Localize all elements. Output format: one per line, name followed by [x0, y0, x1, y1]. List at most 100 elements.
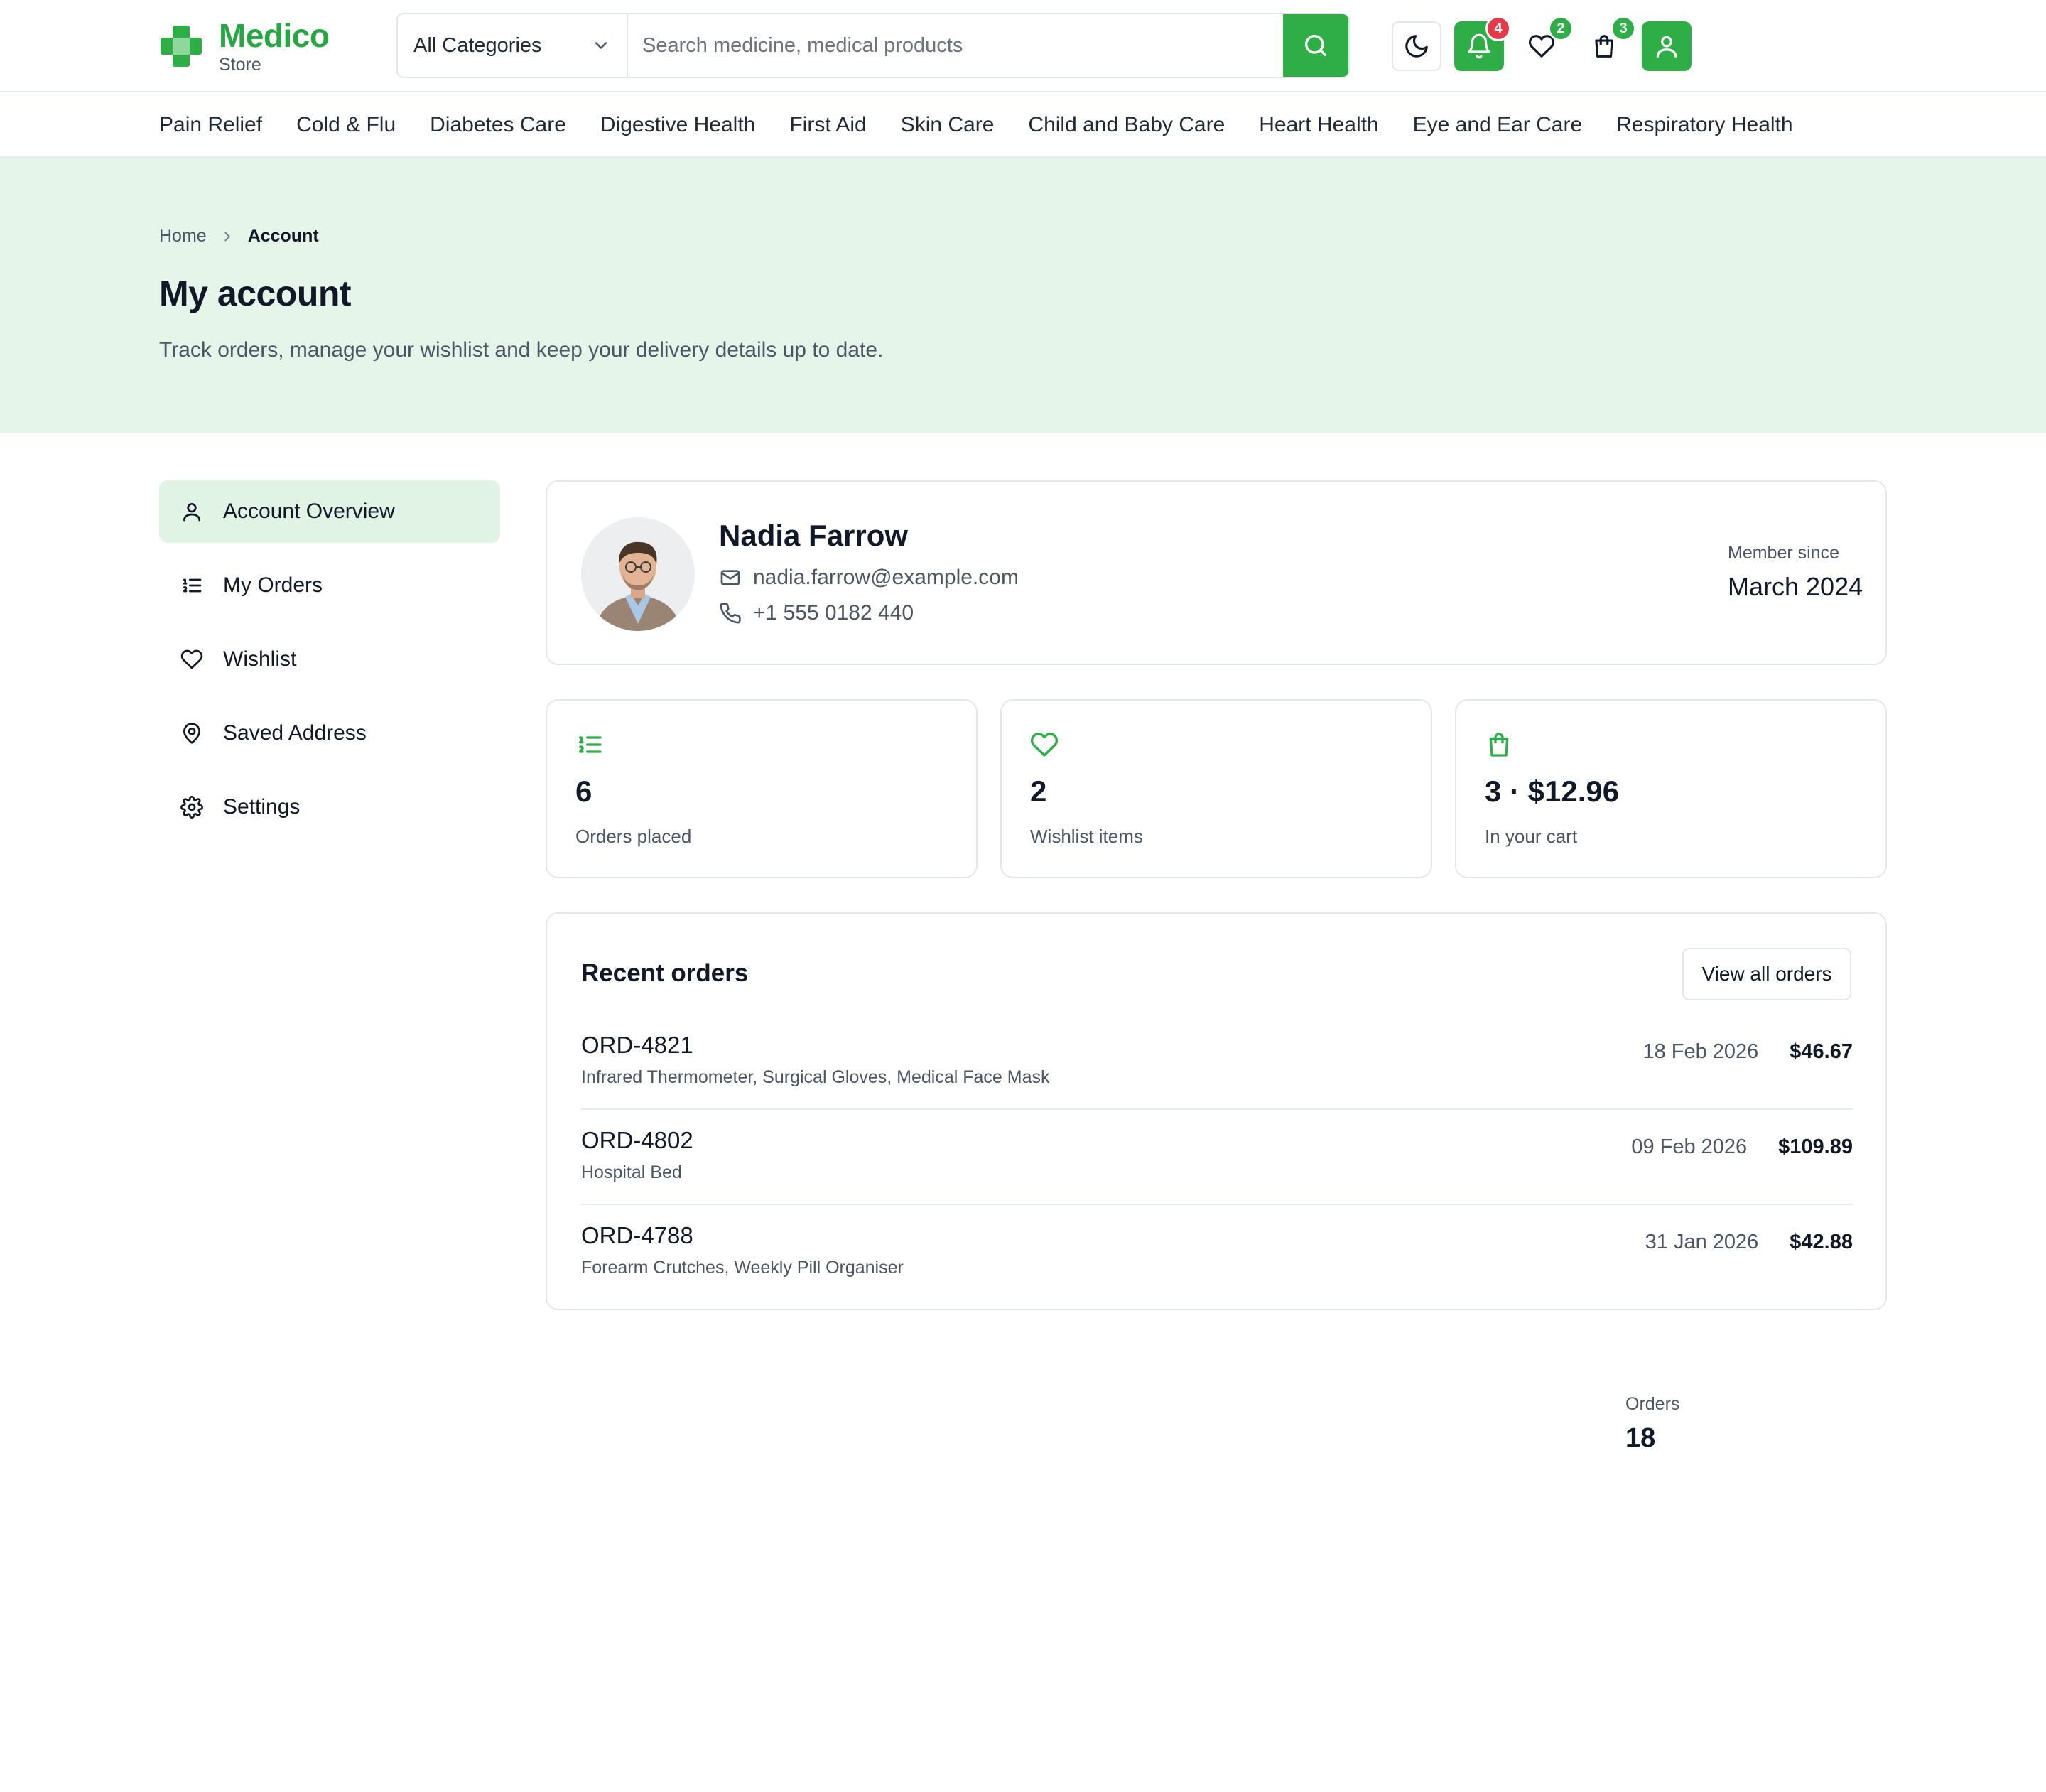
profile-member-label: Member since — [1728, 543, 1839, 563]
order-row[interactable]: ORD-4821 Infrared Thermometer, Surgical … — [581, 1015, 1853, 1110]
category-select-value: All Categories — [413, 33, 542, 57]
category-link[interactable]: Skin Care — [901, 113, 995, 137]
sidebar-item-label: Saved Address — [223, 721, 367, 745]
order-date: 09 Feb 2026 — [1631, 1135, 1748, 1158]
order-date: 31 Jan 2026 — [1645, 1231, 1759, 1253]
medical-cross-icon — [159, 24, 203, 68]
sidebar-item-account-overview[interactable]: Account Overview — [159, 480, 500, 543]
breadcrumb: Home Account — [159, 226, 319, 247]
orders-placed-card[interactable]: 6 Orders placed — [546, 699, 978, 878]
notifications-button[interactable]: 4 — [1454, 16, 1511, 71]
brand-subtitle: Store — [219, 54, 261, 75]
category-link[interactable]: Respiratory Health — [1616, 113, 1792, 137]
profile-card: Nadia Farrow nadia.farrow@example.com +1… — [546, 480, 1887, 1453]
sidebar-item-settings[interactable]: Settings — [159, 776, 500, 838]
category-link[interactable]: Child and Baby Care — [1028, 113, 1225, 137]
profile-member-stat: Member since March 2024 — [1728, 543, 1863, 602]
sidebar-item-saved-address[interactable]: Saved Address — [159, 702, 500, 765]
profile-orders-stat: Orders 18 — [1625, 1394, 2046, 1792]
page-subtitle: Track orders, manage your wishlist and k… — [159, 338, 884, 362]
category-link[interactable]: Eye and Ear Care — [1413, 113, 1582, 137]
list-ordered-icon — [579, 736, 602, 753]
heart-icon — [1030, 733, 1059, 757]
order-date: 18 Feb 2026 — [1642, 1040, 1759, 1063]
sidebar-item-label: Account Overview — [223, 500, 395, 523]
breadcrumb-home-link[interactable]: Home — [159, 226, 207, 247]
search-icon — [1305, 35, 1326, 57]
profile-email-row: nadia.farrow@example.com — [719, 566, 1019, 590]
user-icon — [1656, 36, 1677, 58]
search-bar: All Categories — [396, 13, 1350, 78]
sidebar-item-wishlist[interactable]: Wishlist — [159, 628, 500, 691]
search-button[interactable] — [1283, 14, 1348, 77]
sidebar-item-label: Settings — [223, 795, 301, 819]
order-items: Hospital Bed — [581, 1162, 682, 1182]
category-link[interactable]: First Aid — [789, 113, 866, 137]
category-link[interactable]: Heart Health — [1259, 113, 1378, 137]
category-select[interactable]: All Categories — [398, 14, 628, 77]
user-icon — [183, 503, 200, 522]
account-sidebar: Account Overview My Orders Wishlist Save… — [159, 480, 500, 850]
view-all-orders-button[interactable]: View all orders — [1682, 948, 1851, 1000]
profile-phone-row: +1 555 0182 440 — [719, 601, 914, 625]
shopping-bag-icon — [1489, 733, 1509, 757]
page-hero: Home Account My account Track orders, ma… — [0, 158, 2046, 433]
order-amount: $109.89 — [1778, 1135, 1853, 1158]
order-items: Forearm Crutches, Weekly Pill Organiser — [581, 1258, 904, 1278]
sidebar-item-my-orders[interactable]: My Orders — [159, 554, 500, 617]
profile-member-value: March 2024 — [1728, 572, 1863, 601]
list-ordered-icon — [183, 578, 202, 593]
category-link[interactable]: Pain Relief — [159, 113, 262, 137]
order-row[interactable]: ORD-4802 Hospital Bed 09 Feb 2026 $109.8… — [581, 1110, 1853, 1205]
top-header: Medico Store All Categories 4 2 3 — [0, 0, 2046, 92]
wishlist-count-badge: 2 — [1548, 16, 1574, 41]
category-link[interactable]: Cold & Flu — [296, 113, 396, 137]
cart-button[interactable]: 3 — [1579, 16, 1636, 71]
breadcrumb-current: Account — [247, 226, 319, 246]
brand-logo[interactable]: Medico Store — [159, 16, 330, 77]
chevron-down-icon — [595, 42, 607, 49]
avatar — [581, 517, 695, 631]
wishlist-items-card[interactable]: 2 Wishlist items — [1000, 699, 1432, 878]
recent-orders-title: Recent orders — [581, 959, 749, 987]
profile-name: Nadia Farrow — [719, 519, 909, 552]
stat-value: 6 — [575, 774, 592, 808]
sidebar-item-label: Wishlist — [223, 647, 297, 671]
recent-orders-card: Recent orders View all orders ORD-4821 I… — [546, 912, 1887, 1310]
stat-label: Orders placed — [575, 826, 692, 847]
heart-icon — [180, 649, 203, 669]
map-pin-icon — [183, 723, 200, 744]
category-nav: Pain Relief Cold & Flu Diabetes Care Dig… — [0, 94, 2046, 158]
order-amount: $46.67 — [1790, 1040, 1853, 1063]
category-link[interactable]: Diabetes Care — [430, 113, 566, 137]
mail-icon — [720, 570, 740, 585]
order-id: ORD-4788 — [581, 1222, 693, 1248]
stat-label: In your cart — [1485, 826, 1578, 847]
order-id: ORD-4821 — [581, 1032, 693, 1058]
stat-label: Wishlist items — [1030, 826, 1143, 847]
category-link[interactable]: Digestive Health — [600, 113, 755, 137]
order-row[interactable]: ORD-4788 Forearm Crutches, Weekly Pill O… — [581, 1205, 1853, 1300]
cart-count-badge: 3 — [1611, 16, 1636, 41]
order-id: ORD-4802 — [581, 1127, 693, 1153]
search-input[interactable] — [628, 14, 1283, 77]
profile-orders-value: 18 — [1625, 1423, 1656, 1453]
sidebar-item-label: My Orders — [223, 573, 323, 597]
gear-icon — [180, 796, 203, 819]
stat-value: 3 · $12.96 — [1485, 774, 1620, 808]
brand-name: Medico — [219, 16, 330, 54]
notifications-count-badge: 4 — [1485, 16, 1511, 41]
profile-email: nadia.farrow@example.com — [753, 566, 1019, 589]
profile-orders-label: Orders — [1625, 1394, 1680, 1414]
theme-toggle-button[interactable] — [1392, 21, 1441, 71]
stat-value: 2 — [1030, 774, 1047, 808]
order-items: Infrared Thermometer, Surgical Gloves, M… — [581, 1067, 1050, 1087]
phone-icon — [720, 603, 741, 624]
wishlist-button[interactable]: 2 — [1517, 16, 1574, 71]
cart-summary-card[interactable]: 3 · $12.96 In your cart — [1455, 699, 1887, 878]
avatar-photo — [581, 517, 695, 631]
account-button[interactable] — [1642, 21, 1692, 71]
moon-icon — [1405, 35, 1428, 58]
profile-phone: +1 555 0182 440 — [753, 601, 914, 625]
page-title: My account — [159, 274, 352, 313]
